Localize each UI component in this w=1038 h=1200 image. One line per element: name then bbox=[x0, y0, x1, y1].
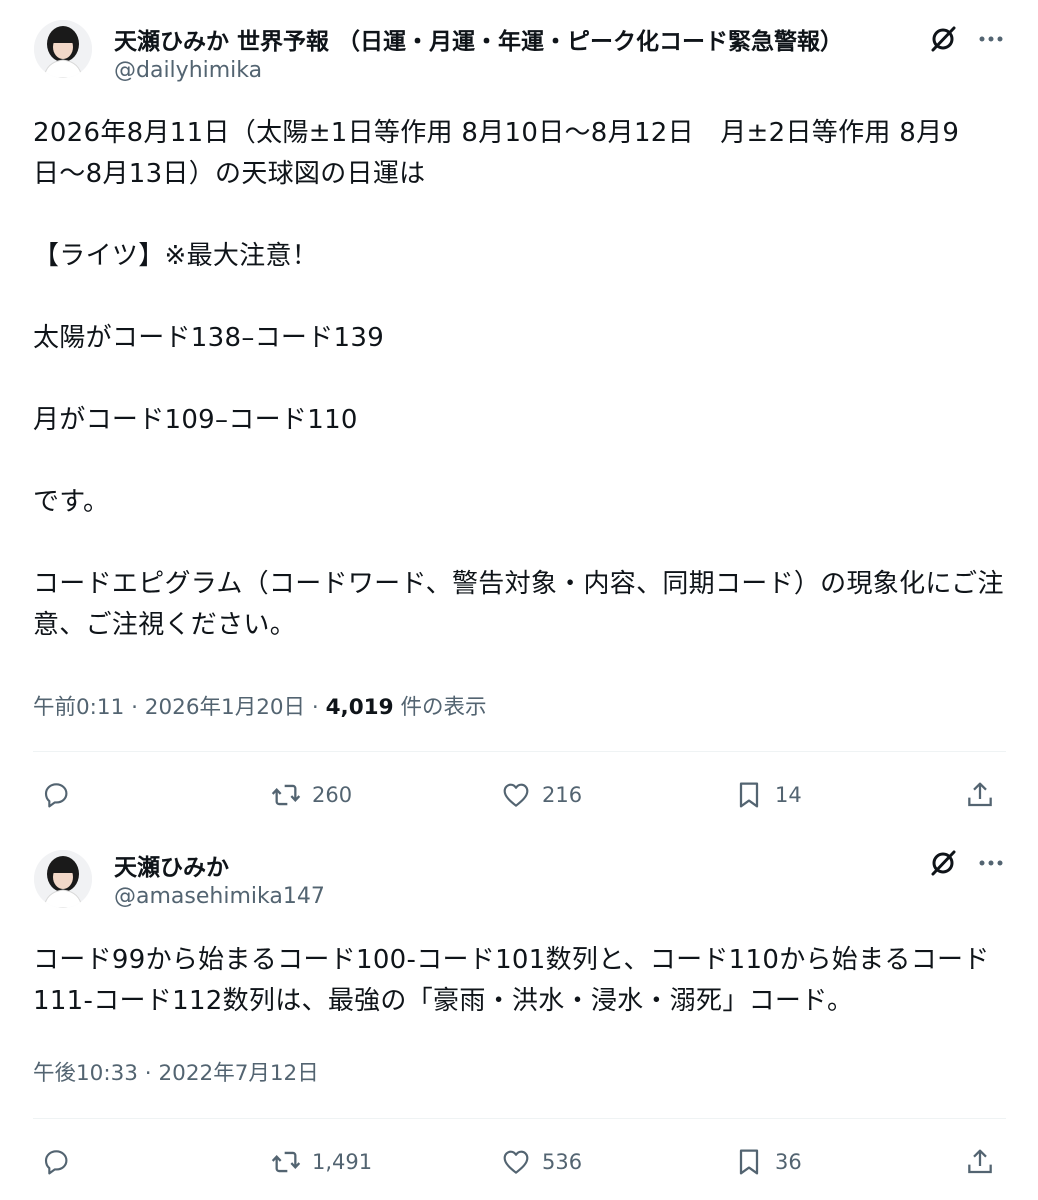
reply-button[interactable] bbox=[40, 1142, 82, 1182]
bookmark-button[interactable]: 36 bbox=[733, 1142, 802, 1182]
tweet-meta: 午後10:33 · 2022年7月12日 bbox=[33, 1056, 319, 1087]
share-button[interactable] bbox=[964, 775, 996, 815]
retweet-arrows-icon bbox=[271, 784, 301, 806]
like-count: 536 bbox=[542, 1150, 583, 1174]
retweet-count: 260 bbox=[312, 783, 353, 807]
tweet-paragraph: 太陽がコード138–コード139 bbox=[33, 323, 385, 353]
more-dots-icon[interactable] bbox=[976, 24, 1006, 54]
more-dots-icon[interactable] bbox=[976, 848, 1006, 878]
view-count-label: 件の表示 bbox=[400, 695, 487, 720]
meta-separator: · bbox=[137, 1061, 159, 1086]
heart-icon bbox=[503, 1150, 529, 1174]
reply-bubble-icon bbox=[44, 783, 68, 808]
tweet-date[interactable]: 2026年1月20日 bbox=[145, 695, 305, 720]
bookmark-count: 14 bbox=[775, 783, 802, 807]
tweet-text: 2026年8月11日（太陽±1日等作用 8月10日〜8月12日 月±2日等作用 … bbox=[33, 113, 1008, 646]
bookmark-icon bbox=[739, 782, 759, 808]
avatar[interactable] bbox=[34, 850, 92, 908]
retweet-arrows-icon bbox=[271, 1151, 301, 1173]
reply-bubble-icon bbox=[44, 1150, 68, 1175]
reply-button[interactable] bbox=[40, 775, 82, 815]
grok-slash-icon[interactable] bbox=[928, 848, 958, 878]
like-button[interactable]: 536 bbox=[500, 1142, 582, 1182]
user-handle[interactable]: @amasehimika147 bbox=[114, 884, 325, 909]
share-upload-icon bbox=[968, 1149, 992, 1174]
tweet-paragraph: 2026年8月11日（太陽±1日等作用 8月10日〜8月12日 月±2日等作用 … bbox=[33, 118, 960, 189]
display-name[interactable]: 天瀬ひみか bbox=[114, 848, 714, 882]
meta-separator: · bbox=[124, 695, 145, 720]
tweet-paragraph: 月がコード109–コード110 bbox=[33, 405, 358, 435]
heart-icon bbox=[503, 783, 529, 807]
view-count: 4,019 bbox=[325, 695, 394, 720]
share-button[interactable] bbox=[964, 1142, 996, 1182]
bookmark-count: 36 bbox=[775, 1150, 802, 1174]
tweet-paragraph: コードエピグラム（コードワード、警告対象・内容、同期コード）の現象化にご注意、ご… bbox=[33, 569, 1004, 640]
tweet-time[interactable]: 午前0:11 bbox=[33, 695, 124, 720]
share-upload-icon bbox=[968, 782, 992, 807]
user-handle[interactable]: @dailyhimika bbox=[114, 58, 262, 83]
tweet-2: 天瀬ひみか @amasehimika147 コード99から始まるコード100-コ… bbox=[0, 826, 1038, 1200]
divider bbox=[33, 1118, 1006, 1119]
tweet-paragraph: です。 bbox=[33, 487, 110, 517]
like-button[interactable]: 216 bbox=[500, 775, 582, 815]
tweet-paragraph: 【ライツ】※最大注意！ bbox=[33, 241, 319, 271]
tweet-date[interactable]: 2022年7月12日 bbox=[158, 1061, 318, 1086]
grok-slash-icon[interactable] bbox=[928, 24, 958, 54]
tweet-text: コード99から始まるコード100-コード101数列と、コード110から始まるコー… bbox=[33, 940, 1008, 1022]
avatar[interactable] bbox=[34, 20, 92, 78]
like-count: 216 bbox=[542, 783, 583, 807]
tweet-time[interactable]: 午後10:33 bbox=[33, 1061, 138, 1086]
display-name[interactable]: 天瀬ひみか 世界予報 （日運・月運・年運・ピーク化コード緊急警報） bbox=[114, 22, 914, 56]
action-bar: 1,491 536 36 bbox=[0, 1142, 1038, 1182]
retweet-count: 1,491 bbox=[312, 1150, 373, 1174]
divider bbox=[33, 751, 1006, 752]
bookmark-button[interactable]: 14 bbox=[733, 775, 802, 815]
meta-separator: · bbox=[305, 695, 326, 720]
retweet-button[interactable]: 1,491 bbox=[270, 1142, 372, 1182]
retweet-button[interactable]: 260 bbox=[270, 775, 352, 815]
tweet-1: 天瀬ひみか 世界予報 （日運・月運・年運・ピーク化コード緊急警報） @daily… bbox=[0, 0, 1038, 826]
tweet-meta: 午前0:11 · 2026年1月20日 · 4,019 件の表示 bbox=[33, 690, 486, 721]
action-bar: 260 216 14 bbox=[0, 775, 1038, 815]
bookmark-icon bbox=[739, 1149, 759, 1175]
tweet-paragraph: コード99から始まるコード100-コード101数列と、コード110から始まるコー… bbox=[33, 945, 990, 1016]
